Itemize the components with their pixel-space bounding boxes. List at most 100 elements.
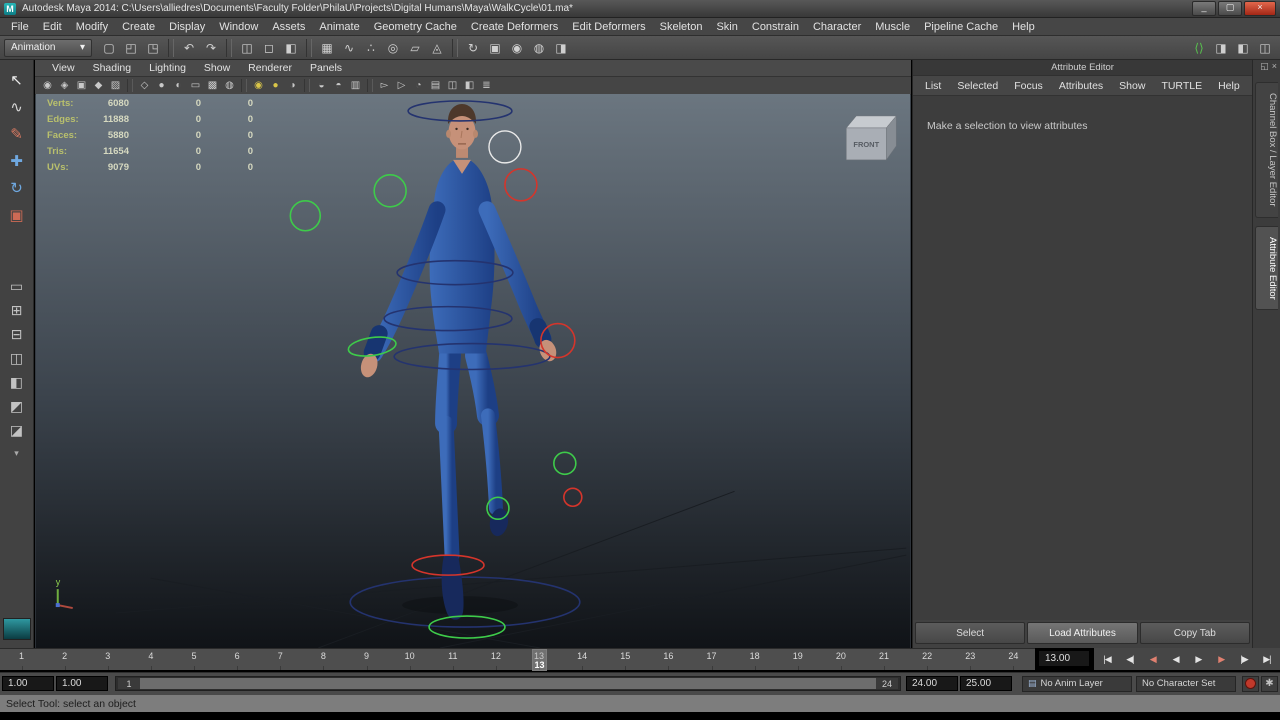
ae-menu-list[interactable]: List [917, 80, 949, 92]
four-pane-layout-icon[interactable]: ⊞ [4, 298, 30, 322]
render-current-frame-icon[interactable]: ◉ [507, 38, 527, 58]
menu-character[interactable]: Character [806, 21, 868, 33]
scale-tool-icon[interactable]: ▣ [3, 201, 31, 228]
frame-1[interactable]: 1 [0, 649, 43, 670]
screen-space-ao-icon[interactable]: ◒ [313, 78, 330, 93]
ae-menu-selected[interactable]: Selected [949, 80, 1006, 92]
menu-geometry-cache[interactable]: Geometry Cache [367, 21, 464, 33]
playback-end-field[interactable]: 24.00 [906, 676, 958, 691]
frame-21[interactable]: 21 [863, 649, 906, 670]
toolbox-expand-icon[interactable]: ▾ [14, 448, 19, 459]
frame-18[interactable]: 18 [733, 649, 776, 670]
select-by-component-icon[interactable]: ◧ [281, 38, 301, 58]
ae-menu-help[interactable]: Help [1210, 80, 1248, 92]
view-cube-front-label[interactable]: FRONT [853, 140, 879, 149]
gate-mask-icon[interactable]: ◧ [461, 78, 478, 93]
step-forward-one-frame-button[interactable]: |▶ [1234, 650, 1254, 668]
range-slider-bar[interactable] [118, 678, 898, 689]
render-settings-icon[interactable]: ◨ [551, 38, 571, 58]
motion-blur-icon[interactable]: ◓ [330, 78, 347, 93]
construction-history-icon[interactable]: ↻ [463, 38, 483, 58]
menu-edit[interactable]: Edit [36, 21, 69, 33]
menu-pipeline-cache[interactable]: Pipeline Cache [917, 21, 1005, 33]
resolution-gate-icon[interactable]: ◫ [444, 78, 461, 93]
go-to-playback-end-button[interactable]: ▶| [1257, 650, 1277, 668]
frame-20[interactable]: 20 [819, 649, 862, 670]
frame-15[interactable]: 15 [604, 649, 647, 670]
smooth-shade-icon[interactable]: ● [153, 78, 170, 93]
anim-layer-dropdown[interactable]: ▤ No Anim Layer [1022, 675, 1132, 692]
shadows-icon[interactable]: ◑ [284, 78, 301, 93]
frame-14[interactable]: 14 [561, 649, 604, 670]
snap-to-grids-icon[interactable]: ▦ [317, 38, 337, 58]
move-tool-icon[interactable]: ✚ [3, 147, 31, 174]
play-backwards-button[interactable]: ◀ [1166, 650, 1186, 668]
toggle-attribute-editor-icon[interactable]: ◨ [1211, 38, 1231, 58]
frame-23[interactable]: 23 [949, 649, 992, 670]
select-camera-icon[interactable]: ◉ [39, 78, 56, 93]
camera-attributes-icon[interactable]: ▣ [73, 78, 90, 93]
menu-create-deformers[interactable]: Create Deformers [464, 21, 565, 33]
frame-8[interactable]: 8 [302, 649, 345, 670]
menu-display[interactable]: Display [162, 21, 212, 33]
viewport-panel[interactable]: View Shading Lighting Show Renderer Panels ◉ ◈… [35, 60, 911, 648]
frame-17[interactable]: 17 [690, 649, 733, 670]
frame-11[interactable]: 11 [431, 649, 474, 670]
minimize-button[interactable]: _ [1192, 1, 1216, 16]
ae-menu-turtle[interactable]: TURTLE [1153, 80, 1210, 92]
auto-keyframe-toggle[interactable] [1242, 675, 1259, 692]
ae-menu-attributes[interactable]: Attributes [1051, 80, 1111, 92]
paint-selection-tool-icon[interactable]: ✎ [3, 120, 31, 147]
frame-24[interactable]: 24 [992, 649, 1035, 670]
frame-22[interactable]: 22 [906, 649, 949, 670]
make-live-icon[interactable]: ◬ [427, 38, 447, 58]
frame-16[interactable]: 16 [647, 649, 690, 670]
modeling-toolkit-icon[interactable]: ⟨⟩ [1189, 38, 1209, 58]
toggle-tool-settings-icon[interactable]: ◧ [1233, 38, 1253, 58]
menu-modify[interactable]: Modify [69, 21, 115, 33]
snap-to-projected-center-icon[interactable]: ◎ [383, 38, 403, 58]
panel-menu-lighting[interactable]: Lighting [140, 62, 195, 74]
range-end-handle[interactable]: 24 [876, 678, 898, 689]
multisample-aa-icon[interactable]: ▥ [347, 78, 364, 93]
step-back-one-key-button[interactable]: ◀ [1143, 650, 1163, 668]
load-attributes-button[interactable]: Load Attributes [1027, 622, 1138, 644]
lock-camera-icon[interactable]: ◈ [56, 78, 73, 93]
current-time-marker[interactable]: 13 [532, 649, 547, 671]
range-start-handle[interactable]: 1 [118, 678, 140, 689]
ae-menu-show[interactable]: Show [1111, 80, 1153, 92]
select-button[interactable]: Select [915, 622, 1026, 644]
lasso-tool-icon[interactable]: ∿ [3, 93, 31, 120]
menu-skin[interactable]: Skin [709, 21, 744, 33]
undo-icon[interactable]: ↶ [179, 38, 199, 58]
copy-tab-button[interactable]: Copy Tab [1139, 622, 1250, 644]
menu-animate[interactable]: Animate [312, 21, 366, 33]
animation-end-field[interactable]: 25.00 [960, 676, 1012, 691]
menu-window[interactable]: Window [212, 21, 265, 33]
frame-3[interactable]: 3 [86, 649, 129, 670]
sidebar-tab-attribute-editor[interactable]: Attribute Editor [1255, 225, 1278, 311]
ipr-render-icon[interactable]: ◍ [529, 38, 549, 58]
time-slider[interactable]: 1 2 3 4 5 6 7 8 9 10 11 12 13 14 15 16 17 18 19 20 21 22 23 24 … [0, 648, 1035, 671]
three-pane-bottom-layout-icon[interactable]: ◩ [4, 394, 30, 418]
frame-5[interactable]: 5 [173, 649, 216, 670]
xray-joints-icon[interactable]: ▷ [393, 78, 410, 93]
snap-to-points-icon[interactable]: ∴ [361, 38, 381, 58]
playback-start-field[interactable]: 1.00 [56, 676, 108, 691]
range-slider[interactable]: 1 24 [115, 676, 901, 691]
lighting-all-icon[interactable]: ◉ [250, 78, 267, 93]
snap-to-curves-icon[interactable]: ∿ [339, 38, 359, 58]
current-frame-field[interactable]: 13.00 [1038, 650, 1090, 667]
close-button[interactable]: × [1244, 1, 1276, 16]
bounding-box-icon[interactable]: ▭ [187, 78, 204, 93]
redo-icon[interactable]: ↷ [201, 38, 221, 58]
open-scene-icon[interactable]: ◰ [121, 38, 141, 58]
lighting-default-icon[interactable]: ● [267, 78, 284, 93]
layout-preview-thumbnail[interactable] [2, 618, 31, 640]
bookmarks-icon[interactable]: ◆ [90, 78, 107, 93]
view-cube[interactable]: FRONT [845, 115, 897, 161]
outliner-persp-layout-icon[interactable]: ◪ [4, 418, 30, 442]
menu-set-dropdown[interactable]: Animation ▾ [4, 38, 92, 57]
menu-assets[interactable]: Assets [265, 21, 312, 33]
menu-skeleton[interactable]: Skeleton [653, 21, 710, 33]
